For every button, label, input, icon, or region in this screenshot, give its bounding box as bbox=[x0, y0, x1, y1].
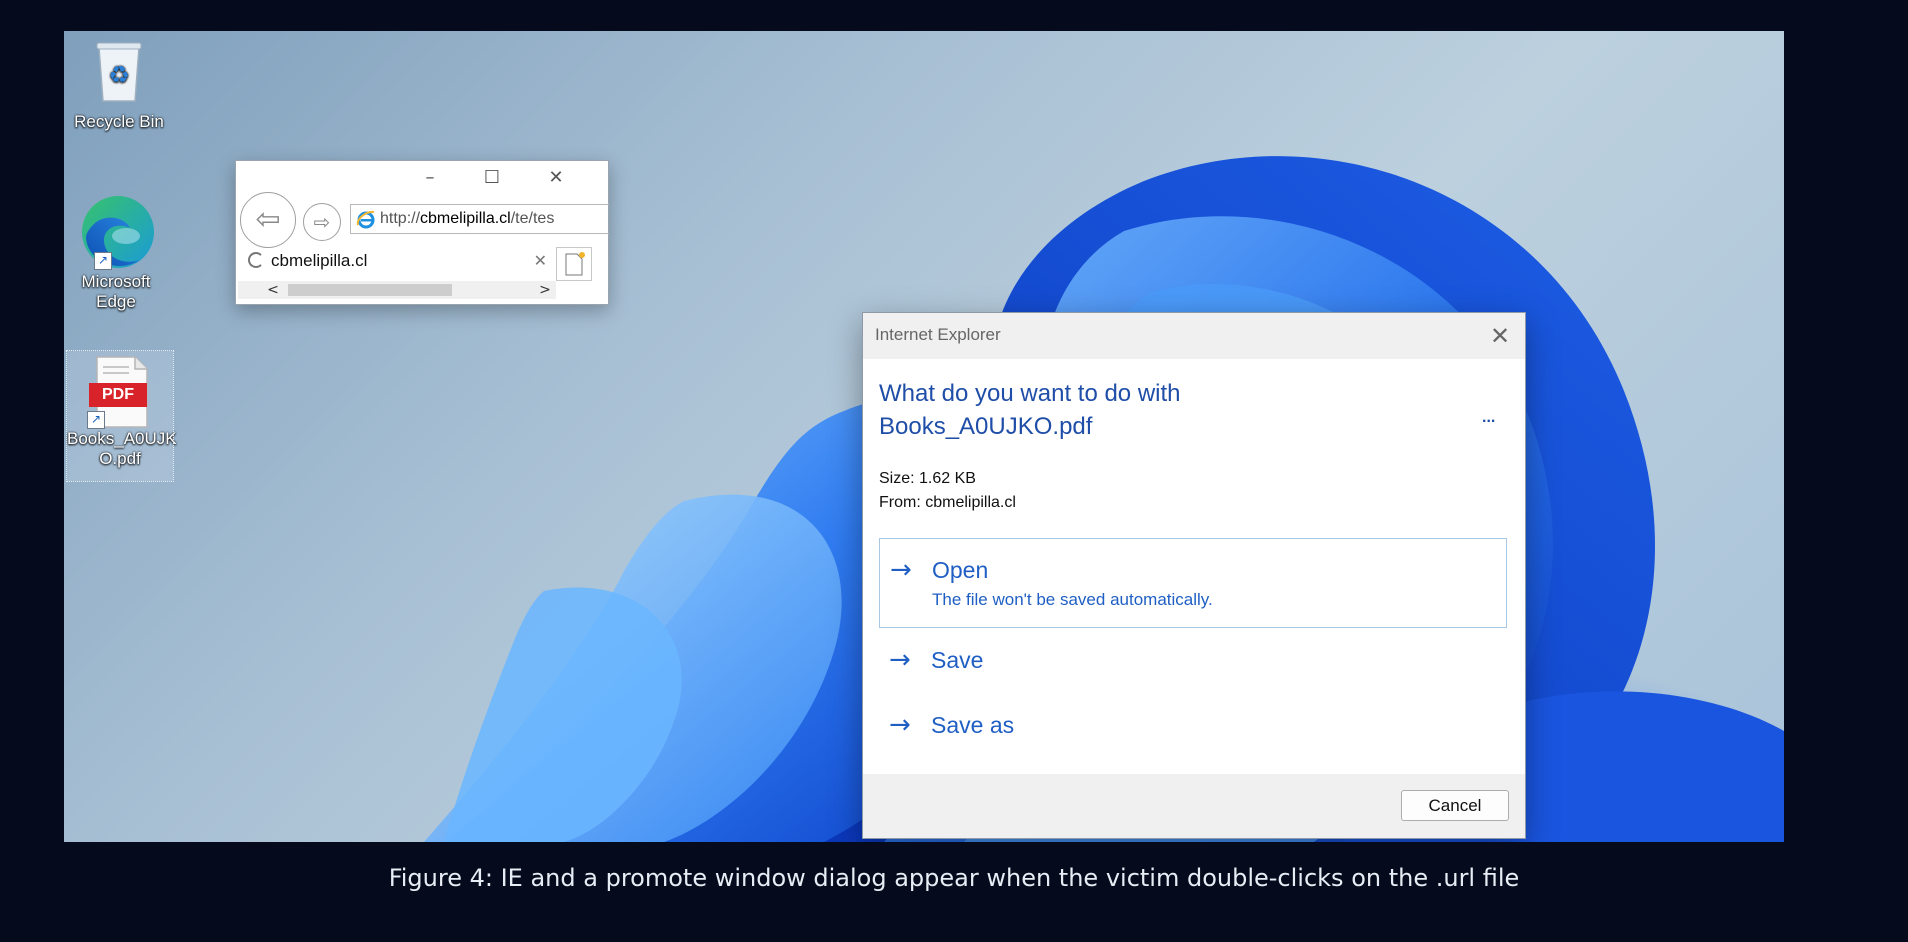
maximize-button[interactable]: ☐ bbox=[474, 167, 510, 189]
shortcut-arrow-icon: ↗ bbox=[87, 411, 105, 429]
dialog-question: What do you want to do with Books_A0UJKO… bbox=[879, 377, 1319, 443]
open-option-description: The file won't be saved automatically. bbox=[932, 590, 1213, 609]
edge-label-line2: Edge bbox=[96, 292, 136, 311]
scroll-right-icon[interactable]: > bbox=[536, 281, 554, 299]
pdf-badge-text: PDF bbox=[102, 386, 134, 403]
recycle-bin-icon: ♻ bbox=[96, 42, 142, 102]
figure-caption: Figure 4: IE and a promote window dialog… bbox=[388, 864, 1520, 892]
new-tab-icon bbox=[565, 252, 585, 276]
address-domain: cbmelipilla.cl bbox=[420, 210, 511, 227]
shortcut-arrow-icon: ↗ bbox=[94, 252, 112, 270]
more-options-button[interactable]: ... bbox=[1482, 409, 1495, 427]
desktop: ♻ Recycle Bin ↗ Microsoft Edge PDF ↗ Boo… bbox=[64, 31, 1784, 842]
ie-logo-icon bbox=[356, 210, 375, 229]
file-info: Size: 1.62 KB From: cbmelipilla.cl bbox=[879, 467, 1016, 515]
arrow-right-icon: → bbox=[890, 555, 912, 585]
dialog-titlebar: Internet Explorer ✕ bbox=[863, 313, 1525, 359]
forward-button[interactable]: ⇨ bbox=[303, 203, 341, 241]
file-source: From: cbmelipilla.cl bbox=[879, 494, 1016, 511]
cancel-button[interactable]: Cancel bbox=[1401, 790, 1509, 821]
new-tab-button[interactable] bbox=[556, 247, 592, 281]
edge-desktop-icon[interactable]: ↗ Microsoft Edge bbox=[64, 192, 171, 312]
save-as-option-label: Save as bbox=[931, 712, 1015, 738]
recycle-bin-desktop-icon[interactable]: ♻ Recycle Bin bbox=[64, 39, 174, 132]
address-bar[interactable]: http://cbmelipilla.cl/te/tes bbox=[350, 204, 609, 234]
pdf-label-line2: O.pdf bbox=[99, 449, 141, 468]
recycle-bin-label: Recycle Bin bbox=[74, 112, 164, 131]
open-option-label: Open bbox=[932, 557, 989, 583]
horizontal-scrollbar[interactable]: < > bbox=[238, 281, 556, 299]
save-as-option[interactable]: → Save as bbox=[879, 704, 1507, 750]
dialog-close-icon[interactable]: ✕ bbox=[1485, 321, 1515, 351]
loading-spinner-icon bbox=[248, 252, 264, 268]
arrow-right-icon: → bbox=[889, 710, 911, 740]
close-button[interactable]: ✕ bbox=[538, 167, 574, 189]
tab-title: cbmelipilla.cl bbox=[271, 251, 368, 270]
address-suffix: /te/tes bbox=[510, 210, 555, 227]
download-prompt-dialog: Internet Explorer ✕ What do you want to … bbox=[862, 312, 1526, 839]
file-size: Size: 1.62 KB bbox=[879, 470, 976, 487]
minimize-button[interactable]: – bbox=[412, 167, 448, 189]
save-option-label: Save bbox=[931, 647, 984, 673]
dialog-footer: Cancel bbox=[863, 774, 1525, 838]
edge-icon bbox=[82, 196, 154, 268]
arrow-right-icon: → bbox=[889, 645, 911, 675]
browser-tab[interactable]: cbmelipilla.cl ✕ bbox=[238, 245, 553, 277]
pdf-shortcut-desktop-icon[interactable]: PDF ↗ Books_A0UJK O.pdf bbox=[66, 350, 177, 482]
pdf-label-line1: Books_A0UJK bbox=[67, 429, 177, 448]
tab-close-icon[interactable]: ✕ bbox=[534, 245, 547, 277]
back-button[interactable]: ⇦ bbox=[240, 192, 296, 248]
question-filename: Books_A0UJKO.pdf bbox=[879, 413, 1093, 440]
ie-browser-window[interactable]: – ☐ ✕ ⇦ ⇨ http://cbmelipilla.cl/te/tes c… bbox=[235, 160, 609, 305]
save-option[interactable]: → Save bbox=[879, 639, 1507, 685]
open-option[interactable]: → Open The file won't be saved automatic… bbox=[879, 538, 1507, 628]
scroll-left-icon[interactable]: < bbox=[264, 281, 282, 299]
scrollbar-thumb[interactable] bbox=[288, 284, 452, 296]
address-prefix: http:// bbox=[380, 210, 421, 227]
svg-text:♻: ♻ bbox=[108, 61, 130, 89]
edge-label-line1: Microsoft bbox=[81, 272, 151, 291]
forward-arrow-icon: ⇨ bbox=[313, 210, 331, 234]
question-line-1: What do you want to do with bbox=[879, 380, 1181, 407]
back-arrow-icon: ⇦ bbox=[255, 202, 281, 237]
dialog-title: Internet Explorer bbox=[875, 325, 1001, 344]
